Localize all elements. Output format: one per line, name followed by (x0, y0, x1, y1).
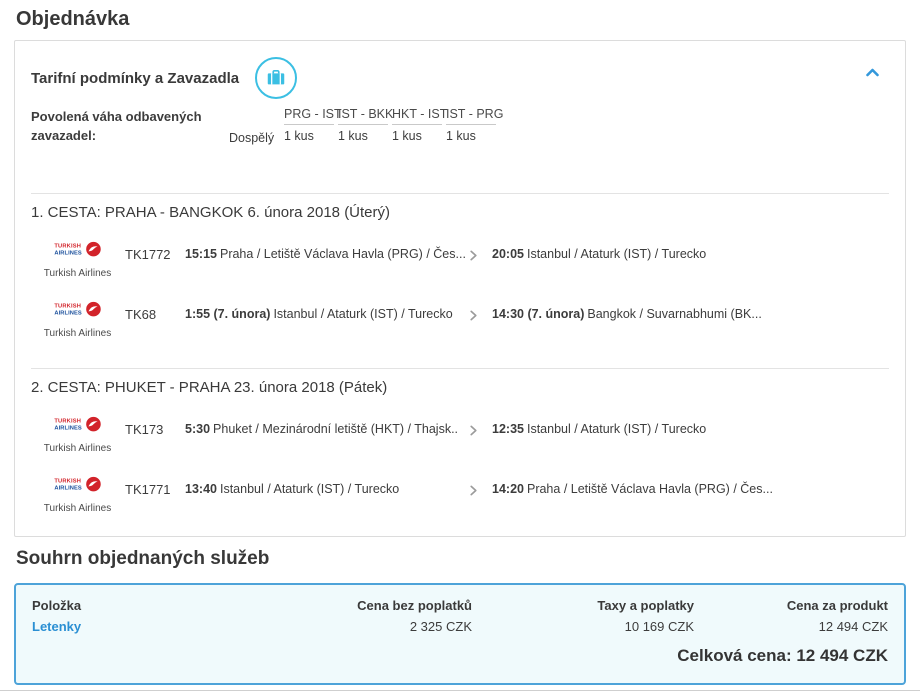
airline-name: Turkish Airlines (43, 268, 112, 279)
divider (31, 368, 889, 369)
column-header-base-price: Cena bez poplatků (357, 598, 472, 613)
column-header-taxes: Taxy a poplatky (597, 598, 694, 613)
divider (0, 690, 920, 691)
turkish-airlines-logo (53, 415, 103, 435)
airline-block: Turkish Airlines (30, 300, 125, 339)
airline-block: Turkish Airlines (30, 240, 125, 279)
baggage-allowance: Povolená váha odbavených zavazadel: Dosp… (15, 107, 905, 145)
taxes-value: 10 169 CZK (624, 619, 694, 634)
route-label: IST - PRG (446, 107, 503, 125)
flight-number: TK173 (125, 422, 164, 437)
airline-name: Turkish Airlines (43, 503, 112, 514)
departure-info: 13:40 Istanbul / Ataturk (IST) / Turecko (185, 475, 468, 496)
tariff-card: Tarifní podmínky a Zavazadla Povolená vá… (14, 40, 906, 537)
summary-column-item: Položka Letenky (32, 598, 257, 634)
baggage-value: 1 kus (446, 129, 476, 143)
turkish-airlines-logo (53, 300, 103, 320)
baggage-value: 1 kus (392, 129, 422, 143)
tariff-card-header[interactable]: Tarifní podmínky a Zavazadla (15, 41, 905, 99)
journey-1: 1. CESTA: PRAHA - BANGKOK 6. února 2018 … (15, 193, 905, 340)
flight-number: TK68 (125, 307, 157, 322)
route-label: PRG - IST (284, 107, 342, 125)
baggage-column: IST - BKK 1 kus (338, 107, 393, 145)
baggage-column: HKT - IST 1 kus (392, 107, 447, 145)
journey-title: 1. CESTA: PRAHA - BANGKOK 6. února 2018 … (31, 204, 391, 221)
airline-block: Turkish Airlines (30, 475, 125, 514)
departure-place: Phuket / Mezinárodní letiště (HKT) / Tha… (213, 422, 459, 436)
arrival-time: 12:35 (492, 422, 524, 436)
chevron-right-icon (468, 240, 492, 266)
summary-title: Souhrn objednaných služeb (16, 548, 270, 569)
flight-number: TK1772 (125, 247, 171, 262)
departure-time: 1:55 (7. února) (185, 307, 271, 321)
departure-time: 5:30 (185, 422, 211, 436)
flight-row: Turkish Airlines TK1772 15:15 Praha / Let… (15, 240, 905, 280)
journey-title: 2. CESTA: PHUKET - PRAHA 23. února 2018 … (31, 379, 388, 396)
route-label: HKT - IST (392, 107, 447, 125)
arrival-time: 20:05 (492, 247, 524, 261)
chevron-right-icon (468, 415, 492, 441)
flight-row: Turkish Airlines TK1771 13:40 Istanbul / … (15, 475, 905, 515)
passenger-type-label: Dospělý (229, 131, 275, 145)
arrival-info: 14:30 (7. února) Bangkok / Suvarnabhumi (… (492, 300, 905, 321)
arrival-info: 12:35 Istanbul / Ataturk (IST) / Turecko (492, 415, 905, 436)
journey-2: 2. CESTA: PHUKET - PRAHA 23. února 2018 … (15, 368, 905, 515)
item-link-letenky[interactable]: Letenky (32, 619, 81, 634)
baggage-column: PRG - IST 1 kus (284, 107, 342, 145)
product-price-value: 12 494 CZK (818, 619, 888, 634)
base-price-value: 2 325 CZK (409, 619, 472, 634)
departure-info: 5:30 Phuket / Mezinárodní letiště (HKT) /… (185, 415, 468, 436)
flight-number: TK1771 (125, 482, 171, 497)
departure-place: Praha / Letiště Václava Havla (PRG) / Če… (219, 247, 466, 261)
arrival-place: Istanbul / Ataturk (IST) / Turecko (526, 247, 707, 261)
route-label: IST - BKK (338, 107, 393, 125)
arrival-place: Bangkok / Suvarnabhumi (BK... (587, 307, 762, 321)
airline-block: Turkish Airlines (30, 415, 125, 454)
chevron-up-icon[interactable] (865, 67, 879, 77)
arrival-info: 14:20 Praha / Letiště Václava Havla (PRG)… (492, 475, 905, 496)
summary-column-taxes: Taxy a poplatky 10 169 CZK (472, 598, 694, 634)
arrival-place: Istanbul / Ataturk (IST) / Turecko (526, 422, 707, 436)
chevron-right-icon (468, 475, 492, 501)
total-price: Celková cena: 12 494 CZK (677, 646, 888, 665)
flight-row: Turkish Airlines TK68 1:55 (7. února) Ist… (15, 300, 905, 340)
departure-info: 1:55 (7. února) Istanbul / Ataturk (IST) … (185, 300, 468, 321)
column-header-product-price: Cena za produkt (786, 598, 888, 613)
airline-name: Turkish Airlines (43, 328, 112, 339)
baggage-allowance-label: Povolená váha odbavených zavazadel: (31, 109, 202, 143)
order-summary: Položka Letenky Cena bez poplatků 2 325 … (14, 583, 906, 685)
turkish-airlines-logo (53, 475, 103, 495)
summary-table: Položka Letenky Cena bez poplatků 2 325 … (16, 585, 904, 634)
departure-time: 13:40 (185, 482, 217, 496)
arrival-info: 20:05 Istanbul / Ataturk (IST) / Turecko (492, 240, 905, 261)
divider (31, 193, 889, 194)
baggage-columns: PRG - IST 1 kus IST - BKK 1 kus HKT - IS… (284, 107, 503, 145)
arrival-time: 14:20 (492, 482, 524, 496)
page-title: Objednávka (16, 8, 130, 30)
departure-time: 15:15 (185, 247, 217, 261)
departure-place: Istanbul / Ataturk (IST) / Turecko (273, 307, 453, 321)
baggage-value: 1 kus (338, 129, 368, 143)
summary-column-product-price: Cena za produkt 12 494 CZK (694, 598, 888, 634)
airline-name: Turkish Airlines (43, 443, 112, 454)
suitcase-icon (255, 57, 298, 99)
tariff-card-title: Tarifní podmínky a Zavazadla (31, 69, 240, 87)
arrival-place: Praha / Letiště Václava Havla (PRG) / Če… (526, 482, 773, 496)
flight-row: Turkish Airlines TK173 5:30 Phuket / Mezi… (15, 415, 905, 455)
baggage-column: IST - PRG 1 kus (446, 107, 503, 145)
departure-place: Istanbul / Ataturk (IST) / Turecko (219, 482, 400, 496)
turkish-airlines-logo (53, 240, 103, 260)
departure-info: 15:15 Praha / Letiště Václava Havla (PRG)… (185, 240, 468, 261)
arrival-time: 14:30 (7. února) (492, 307, 585, 321)
chevron-right-icon (468, 300, 492, 326)
baggage-value: 1 kus (284, 129, 314, 143)
summary-column-base-price: Cena bez poplatků 2 325 CZK (257, 598, 472, 634)
column-header-item: Položka (32, 598, 82, 613)
